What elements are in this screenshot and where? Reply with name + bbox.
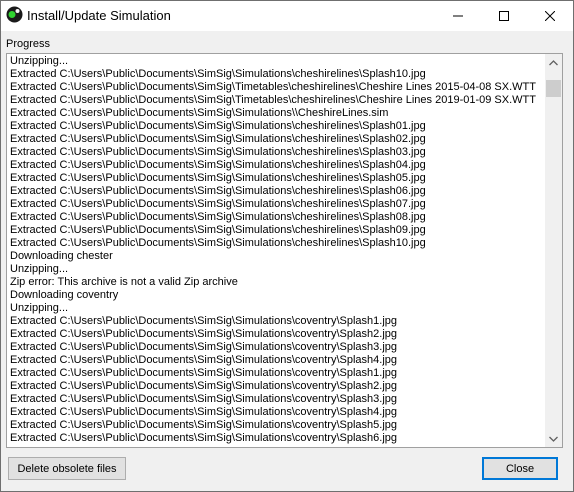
log-line: Extracted C:\Users\Public\Documents\SimS… bbox=[10, 224, 426, 236]
log-line: Extracted C:\Users\Public\Documents\SimS… bbox=[10, 328, 397, 340]
log-line: Extracted C:\Users\Public\Documents\SimS… bbox=[10, 120, 426, 132]
minimize-icon bbox=[453, 15, 463, 17]
log-line: Extracted C:\Users\Public\Documents\SimS… bbox=[10, 419, 397, 431]
close-icon bbox=[545, 11, 555, 21]
close-button[interactable]: Close bbox=[482, 457, 558, 480]
minimize-button[interactable] bbox=[435, 1, 481, 31]
title-bar[interactable]: Install/Update Simulation bbox=[1, 1, 573, 31]
log-line: Extracted C:\Users\Public\Documents\SimS… bbox=[10, 133, 426, 145]
log-line: Extracted C:\Users\Public\Documents\SimS… bbox=[10, 367, 397, 379]
scroll-down-arrow-icon bbox=[549, 436, 558, 442]
log-line: Extracted C:\Users\Public\Documents\SimS… bbox=[10, 198, 426, 210]
progress-log-lines: Unzipping... Extracted C:\Users\Public\Do… bbox=[10, 55, 546, 445]
log-line: Unzipping... bbox=[10, 263, 69, 275]
log-line: Extracted C:\Users\Public\Documents\SimS… bbox=[10, 185, 426, 197]
scroll-up-button[interactable] bbox=[545, 54, 562, 71]
log-line: Downloading chester bbox=[10, 250, 113, 262]
vertical-scrollbar[interactable] bbox=[545, 54, 562, 447]
log-line: Extracted C:\Users\Public\Documents\SimS… bbox=[10, 354, 397, 366]
log-line: Unzipping... bbox=[10, 302, 69, 314]
simsig-app-icon bbox=[6, 6, 23, 23]
log-line: Extracted C:\Users\Public\Documents\SimS… bbox=[10, 341, 397, 353]
log-line: Downloading coventry bbox=[10, 289, 119, 301]
log-line: Extracted C:\Users\Public\Documents\SimS… bbox=[10, 107, 389, 119]
log-line: Extracted C:\Users\Public\Documents\SimS… bbox=[10, 172, 426, 184]
log-line: Extracted C:\Users\Public\Documents\SimS… bbox=[10, 237, 426, 249]
log-line: Extracted C:\Users\Public\Documents\SimS… bbox=[10, 432, 397, 444]
scrollbar-thumb[interactable] bbox=[546, 80, 561, 97]
log-line: Extracted C:\Users\Public\Documents\SimS… bbox=[10, 393, 397, 405]
log-line: Extracted C:\Users\Public\Documents\SimS… bbox=[10, 146, 426, 158]
log-line: Unzipping... bbox=[10, 55, 69, 67]
log-line: Extracted C:\Users\Public\Documents\SimS… bbox=[10, 159, 426, 171]
scroll-up-arrow-icon bbox=[549, 59, 558, 65]
log-line: Zip error: This archive is not a valid Z… bbox=[10, 276, 238, 288]
log-line: Extracted C:\Users\Public\Documents\SimS… bbox=[10, 406, 397, 418]
maximize-button[interactable] bbox=[481, 1, 527, 31]
close-window-button[interactable] bbox=[527, 1, 573, 31]
install-update-window: Install/Update Simulation Progress Unzip… bbox=[0, 0, 574, 492]
window-title: Install/Update Simulation bbox=[27, 8, 171, 23]
scroll-down-button[interactable] bbox=[545, 430, 562, 447]
log-line: Extracted C:\Users\Public\Documents\SimS… bbox=[10, 68, 426, 80]
log-line: Extracted C:\Users\Public\Documents\SimS… bbox=[10, 315, 397, 327]
maximize-icon bbox=[499, 11, 509, 21]
log-line: Extracted C:\Users\Public\Documents\SimS… bbox=[10, 211, 426, 223]
delete-obsolete-files-button[interactable]: Delete obsolete files bbox=[8, 457, 126, 480]
log-line: Extracted C:\Users\Public\Documents\SimS… bbox=[10, 81, 536, 93]
progress-log[interactable]: Unzipping... Extracted C:\Users\Public\Do… bbox=[6, 53, 563, 448]
log-line: Extracted C:\Users\Public\Documents\SimS… bbox=[10, 94, 536, 106]
progress-label: Progress bbox=[6, 38, 51, 50]
log-line: Extracted C:\Users\Public\Documents\SimS… bbox=[10, 380, 397, 392]
